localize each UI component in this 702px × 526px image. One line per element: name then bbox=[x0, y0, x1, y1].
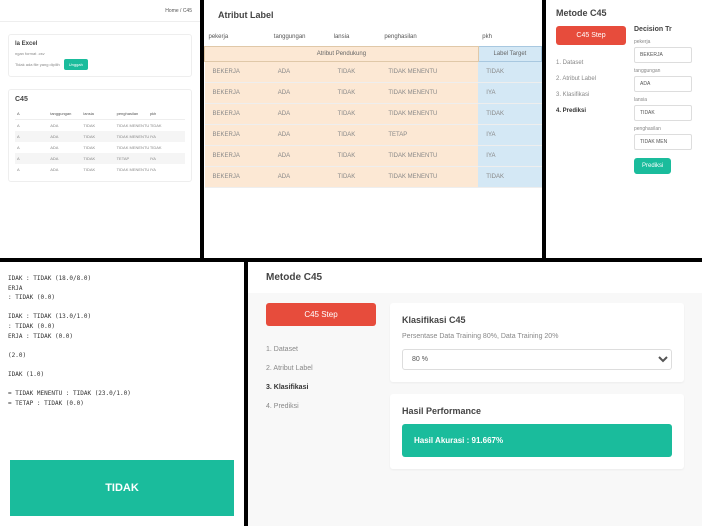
col-header: penghasilan bbox=[380, 28, 478, 47]
step-sidebar: C45 Step 1. Dataset2. Atribut Label3. Kl… bbox=[266, 303, 376, 481]
step-sidebar: C45 Step 1. Dataset2. Atribut Label3. Kl… bbox=[556, 26, 626, 174]
klasifikasi-card: Klasifikasi C45 Persentase Data Training… bbox=[390, 303, 684, 382]
predict-button[interactable]: Prediksi bbox=[634, 158, 671, 174]
nav-c45[interactable]: C45 bbox=[183, 8, 192, 14]
table-row: BEKERJAADATIDAKTIDAK MENENTUIYA bbox=[205, 146, 542, 167]
atribut-table: pekerjatanggunganlansiapenghasilanpkh At… bbox=[204, 28, 542, 188]
card-title: Klasifikasi C45 bbox=[402, 315, 672, 325]
group-support-header: Atribut Pendukung bbox=[205, 47, 479, 62]
panel-title: Metode C45 bbox=[248, 262, 702, 293]
table-row: BEKERJAADATIDAKTIDAK MENENTUIYA bbox=[205, 83, 542, 104]
step-item[interactable]: 2. Atribut Label bbox=[266, 359, 376, 378]
prediction-form: Decision Tr pekerja BEKERJA tanggungan ADA l… bbox=[634, 26, 692, 174]
upload-title: la Excel bbox=[15, 41, 185, 47]
decision-tree-text: IDAK : TIDAK (18.0/8.0) ERJA : TIDAK (0.… bbox=[0, 262, 244, 420]
upload-button[interactable]: Unggah bbox=[64, 59, 88, 70]
c45-mini-table: C45 AtanggunganlansiapenghasilanpkhAADAT… bbox=[8, 89, 192, 182]
c45-step-button[interactable]: C45 Step bbox=[266, 303, 376, 326]
field-label: tanggungan bbox=[634, 68, 692, 74]
step-item[interactable]: 4. Prediksi bbox=[266, 397, 376, 416]
step-item[interactable]: 3. Klasifikasi bbox=[556, 87, 626, 103]
step-item[interactable]: 1. Dataset bbox=[556, 55, 626, 71]
upload-card: la Excel ngan format .csv Tidak ada file… bbox=[8, 34, 192, 77]
table-row: AADATIDAKTIDAK MENENTUTIDAK bbox=[15, 142, 185, 153]
prediction-result: TIDAK bbox=[10, 460, 234, 516]
table-row: BEKERJAADATIDAKTIDAK MENENTUTIDAK bbox=[205, 167, 542, 188]
step-item[interactable]: 2. Atribut Label bbox=[556, 71, 626, 87]
panel-title: Atribut Label bbox=[204, 0, 542, 28]
table-row: BEKERJAADATIDAKTIDAK MENENTUTIDAK bbox=[205, 104, 542, 125]
col-header: tanggungan bbox=[270, 28, 330, 47]
card-title: Hasil Performance bbox=[402, 406, 672, 416]
accuracy-result: Hasil Akurasi : 91.667% bbox=[402, 424, 672, 457]
field-input[interactable]: ADA bbox=[634, 76, 692, 92]
panel-klasifikasi: Metode C45 C45 Step 1. Dataset2. Atribut… bbox=[248, 262, 702, 526]
breadcrumb: Home / C45 bbox=[0, 0, 200, 22]
field-input[interactable]: TIDAK MEN bbox=[634, 134, 692, 150]
field-label: pekerja bbox=[634, 39, 692, 45]
card-sub: Persentase Data Training 80%, Data Train… bbox=[402, 333, 672, 340]
upload-format: ngan format .csv bbox=[15, 51, 185, 56]
table-row: BEKERJAADATIDAKTETAPIYA bbox=[205, 125, 542, 146]
field-input[interactable]: TIDAK bbox=[634, 105, 692, 121]
panel-tree-output: IDAK : TIDAK (18.0/8.0) ERJA : TIDAK (0.… bbox=[0, 262, 244, 526]
table-row: BEKERJAADATIDAKTIDAK MENENTUTIDAK bbox=[205, 62, 542, 83]
col-header: pekerja bbox=[205, 28, 270, 47]
panel-prediksi: Metode C45 C45 Step 1. Dataset2. Atribut… bbox=[546, 0, 702, 258]
col-header: pkh bbox=[478, 28, 541, 47]
step-item[interactable]: 1. Dataset bbox=[266, 340, 376, 359]
field-label: lansia bbox=[634, 97, 692, 103]
table-row: AADATIDAKTETAPIYA bbox=[15, 153, 185, 164]
file-status: Tidak ada file yang dipilih bbox=[15, 62, 60, 67]
step-item[interactable]: 4. Prediksi bbox=[556, 103, 626, 119]
field-label: penghasilan bbox=[634, 126, 692, 132]
table-row: AADATIDAKTIDAK MENENTUIYA bbox=[15, 164, 185, 175]
percentage-select[interactable]: 80 % bbox=[402, 349, 672, 370]
table-row: AADATIDAKTIDAK MENENTUIYA bbox=[15, 131, 185, 142]
table-title: C45 bbox=[15, 96, 185, 103]
performance-card: Hasil Performance Hasil Akurasi : 91.667… bbox=[390, 394, 684, 469]
c45-step-button[interactable]: C45 Step bbox=[556, 26, 626, 45]
nav-home[interactable]: Home bbox=[165, 8, 178, 14]
group-target-header: Label Target bbox=[478, 47, 541, 62]
panel-atribut-label: Atribut Label pekerjatanggunganlansiapen… bbox=[204, 0, 542, 258]
col-header: lansia bbox=[330, 28, 381, 47]
form-title: Decision Tr bbox=[634, 26, 692, 33]
step-item[interactable]: 3. Klasifikasi bbox=[266, 378, 376, 397]
field-input[interactable]: BEKERJA bbox=[634, 47, 692, 63]
panel-dataset-small: Home / C45 la Excel ngan format .csv Tid… bbox=[0, 0, 200, 258]
table-row: AADATIDAKTIDAK MENENTUTIDAK bbox=[15, 120, 185, 131]
panel-title: Metode C45 bbox=[546, 0, 702, 26]
